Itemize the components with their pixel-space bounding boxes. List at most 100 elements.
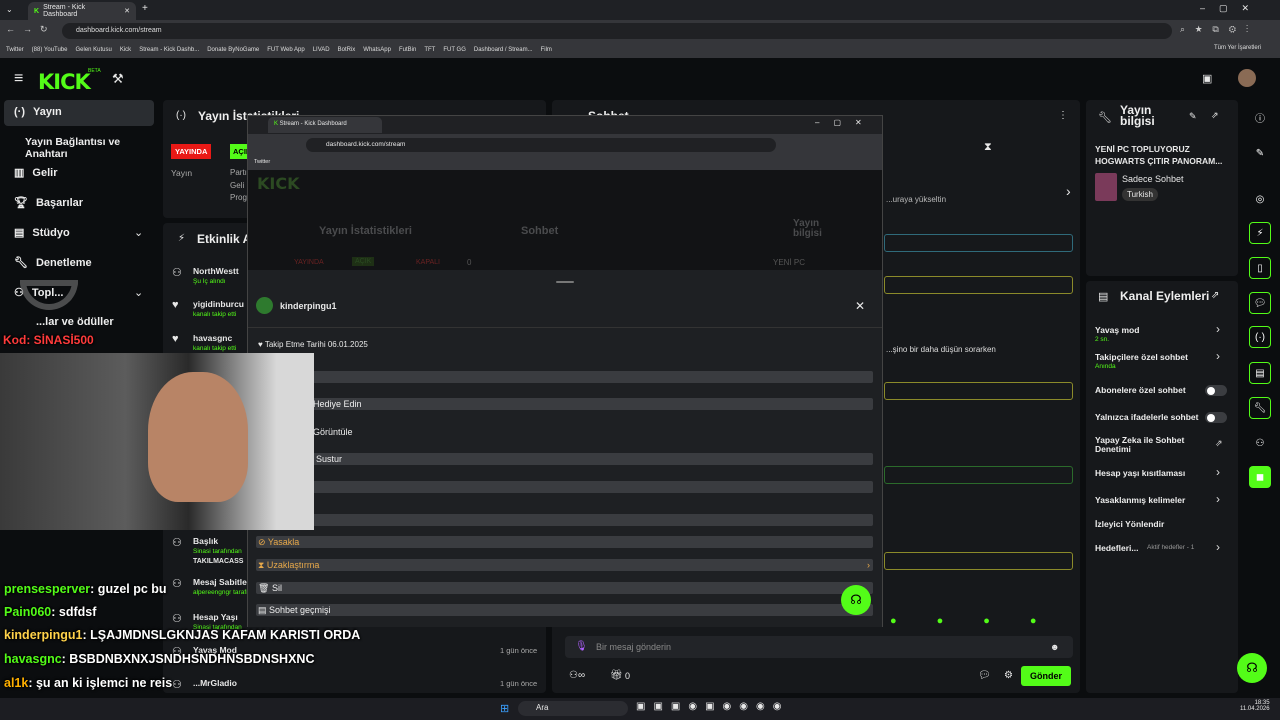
- nested-url[interactable]: dashboard.kick.com/stream: [306, 138, 776, 152]
- modal-row-5[interactable]: [256, 481, 873, 493]
- chevron-right-icon[interactable]: ›: [1216, 322, 1220, 336]
- chat-icon[interactable]: 💬︎: [978, 670, 991, 681]
- bookmark-item[interactable]: TFT: [424, 47, 435, 53]
- sidebar-item-yayin[interactable]: (·) Yayın: [14, 106, 62, 118]
- channel-action-label[interactable]: Yalnızca ifadelerle sohbet: [1095, 412, 1198, 422]
- bookmark-item[interactable]: Stream - Kick Dashb...: [139, 47, 199, 53]
- close-tab-icon[interactable]: ✕: [124, 7, 130, 15]
- modal-row-1[interactable]: [256, 371, 873, 383]
- activity-user[interactable]: yigidinburcu: [193, 299, 253, 309]
- bookmark-item[interactable]: Gelen Kutusu: [75, 47, 111, 53]
- channel-action-label[interactable]: Yavaş mod: [1095, 325, 1139, 335]
- bookmark-item[interactable]: Film: [541, 47, 552, 53]
- channel-action-label[interactable]: İzleyici Yönlendir: [1095, 519, 1164, 529]
- info-icon[interactable]: ⓘ: [1249, 106, 1271, 128]
- toggle-switch[interactable]: [1205, 412, 1227, 423]
- delete-button[interactable]: 🗑︎ Sil: [256, 582, 873, 594]
- channel-action-label[interactable]: Takipçilere özel sohbet: [1095, 352, 1188, 362]
- drag-handle[interactable]: [556, 281, 574, 283]
- app-icon[interactable]: ◼: [1249, 466, 1271, 488]
- nested-support-icon[interactable]: ☊: [841, 585, 871, 615]
- chat-history-button[interactable]: ▤ Sohbet geçmişi: [256, 604, 873, 616]
- gift-icon[interactable]: 🎁︎: [610, 670, 623, 681]
- expand-icon[interactable]: ⇗: [1211, 110, 1219, 121]
- menu-icon[interactable]: ≡: [14, 70, 23, 88]
- browser-tab[interactable]: K Stream - Kick Dashboard ✕: [28, 2, 136, 20]
- camera-icon[interactable]: ◎: [1249, 188, 1271, 210]
- bookmark-item[interactable]: Kick: [120, 47, 131, 53]
- sidebar-item-rewards[interactable]: ...lar ve ödüller: [36, 316, 114, 328]
- bookmark-item[interactable]: (88) YouTube: [32, 47, 68, 53]
- bookmark-item[interactable]: Donate ByNoGame: [207, 47, 259, 53]
- chat-bubble-icon[interactable]: 💬︎: [1249, 292, 1271, 314]
- activity-user[interactable]: havasgnc: [193, 333, 253, 343]
- new-tab-icon[interactable]: +: [142, 3, 148, 14]
- tab-search-icon[interactable]: ⌄: [6, 5, 13, 14]
- bookmark-item[interactable]: FutBin: [399, 47, 416, 53]
- channel-action-label[interactable]: Hesap yaşı kısıtlaması: [1095, 468, 1185, 478]
- nested-window-controls[interactable]: –▢✕: [815, 118, 876, 127]
- support-icon[interactable]: ☊: [1237, 653, 1267, 683]
- bookmark-item[interactable]: Dashboard / Stream...: [474, 47, 533, 53]
- timeout-button[interactable]: ⧗ Uzaklaştırma ›: [256, 559, 873, 571]
- emote-row[interactable]: ●●●●: [890, 615, 1077, 627]
- channel-action-label[interactable]: Yapay Zeka ile Sohbet Denetimi: [1095, 436, 1195, 454]
- bookmark-item[interactable]: FUT GG: [443, 47, 466, 53]
- more-icon[interactable]: ⋮: [1058, 110, 1068, 121]
- channel-action-label[interactable]: Yasaklanmış kelimeler: [1095, 495, 1185, 505]
- chat-input[interactable]: Bir mesaj gönderin: [596, 642, 671, 652]
- chevron-right-icon[interactable]: ›: [1066, 183, 1071, 199]
- bookmark-item[interactable]: FUT Web App: [267, 47, 304, 53]
- avatar[interactable]: [1238, 69, 1256, 87]
- sidebar-item-denetleme[interactable]: 🔧︎ Denetleme: [14, 256, 92, 270]
- stack-icon[interactable]: ▤: [1249, 362, 1271, 384]
- clock[interactable]: 18:35 11.04.2026: [1240, 700, 1270, 712]
- chevron-down-icon[interactable]: ⌄: [134, 226, 143, 239]
- window-controls[interactable]: –▢✕: [1200, 3, 1263, 14]
- wrench-icon[interactable]: 🔧︎: [1249, 397, 1271, 419]
- pen-icon[interactable]: ✎: [1249, 142, 1271, 164]
- taskbar-search[interactable]: Ara: [518, 701, 628, 716]
- windows-start-icon[interactable]: ⊞: [500, 702, 509, 715]
- bookmark-item[interactable]: WhatsApp: [363, 47, 391, 53]
- external-icon[interactable]: ⇗: [1215, 438, 1223, 449]
- live-icon[interactable]: ▣: [1202, 72, 1212, 85]
- doc-icon[interactable]: ▯: [1249, 257, 1271, 279]
- url-field[interactable]: dashboard.kick.com/stream: [62, 23, 1172, 39]
- ban-button[interactable]: ⊘ Yasakla: [256, 536, 873, 548]
- users-icon[interactable]: ⚇∞: [569, 670, 585, 681]
- view-label[interactable]: Görüntüle: [313, 427, 353, 437]
- edit-icon[interactable]: ✎: [1189, 111, 1197, 122]
- kick-logo[interactable]: KICK: [38, 70, 91, 94]
- chevron-right-icon[interactable]: ›: [1216, 349, 1220, 363]
- nested-tab[interactable]: K Stream - Kick Dashboard: [268, 117, 382, 133]
- gear-icon[interactable]: ⚙: [1004, 670, 1013, 681]
- activity-user[interactable]: Mesaj Sabitle...: [193, 577, 253, 587]
- chevron-down-icon[interactable]: ⌄: [134, 286, 143, 299]
- activity-user[interactable]: ...MrGladio: [193, 678, 253, 688]
- activity-user[interactable]: Başlık: [193, 536, 253, 546]
- channel-action-label[interactable]: Hedefleri...: [1095, 543, 1138, 553]
- activity-user[interactable]: NorthWestt: [193, 266, 253, 276]
- modal-username[interactable]: kinderpingu1: [280, 301, 337, 311]
- broadcast-icon[interactable]: (·): [1249, 326, 1271, 348]
- bookmark-item[interactable]: BotRix: [338, 47, 356, 53]
- taskbar-apps[interactable]: ▣▣▣◉▣◉◉◉◉: [636, 701, 789, 712]
- modal-row-mute[interactable]: [256, 453, 873, 465]
- sidebar-item-gelir[interactable]: ▥ Gelir: [14, 166, 57, 180]
- close-icon[interactable]: ✕: [855, 299, 865, 313]
- hammer-icon[interactable]: ⚒: [112, 71, 124, 87]
- toggle-switch[interactable]: [1205, 385, 1227, 396]
- chevron-right-icon[interactable]: ›: [1216, 492, 1220, 506]
- bolt-icon[interactable]: ⚡︎: [1249, 222, 1271, 244]
- activity-user[interactable]: Hesap Yaşı: [193, 612, 253, 622]
- chevron-right-icon[interactable]: ›: [1216, 540, 1220, 554]
- chevron-right-icon[interactable]: ›: [1216, 465, 1220, 479]
- modal-row-6[interactable]: [256, 514, 873, 526]
- sidebar-item-basarilar[interactable]: 🏆︎ Başarılar: [14, 196, 83, 210]
- expand-icon[interactable]: ⇗: [1211, 290, 1219, 301]
- mic-icon[interactable]: 🎙︎: [575, 641, 588, 652]
- users-icon[interactable]: ⚇: [1249, 432, 1271, 454]
- sidebar-item-studyo[interactable]: ▤ Stüdyo: [14, 226, 70, 240]
- channel-action-label[interactable]: Abonelere özel sohbet: [1095, 385, 1186, 395]
